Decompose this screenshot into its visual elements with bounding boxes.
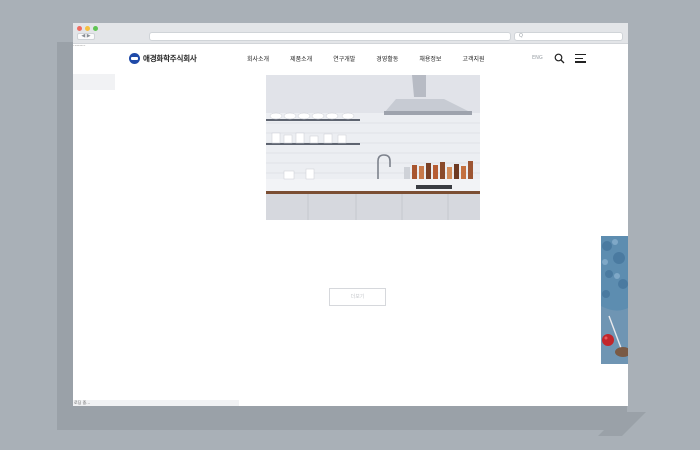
maximize-window-icon[interactable] — [93, 26, 98, 31]
company-logo[interactable]: 애경화학주식회사 — [129, 53, 197, 64]
nav-item-support[interactable]: 고객지원 — [462, 54, 484, 63]
more-button[interactable]: 더보기 — [329, 288, 386, 306]
site-header: 애경화학주식회사 회사소개 제품소개 연구개발 경영활동 채용정보 고객지원 E… — [73, 46, 628, 72]
nav-item-products[interactable]: 제품소개 — [290, 54, 312, 63]
side-artwork-image — [601, 236, 628, 364]
main-nav: 회사소개 제품소개 연구개발 경영활동 채용정보 고객지원 — [247, 54, 485, 63]
search-icon[interactable] — [554, 53, 565, 64]
status-bar: 로딩 중... — [73, 400, 239, 406]
browser-search-input[interactable]: Q — [514, 32, 623, 41]
nav-item-management[interactable]: 경영활동 — [376, 54, 398, 63]
logo-mark-icon — [129, 53, 140, 64]
browser-chrome: ◀ ▶ Q — [73, 23, 628, 44]
browser-window: ◀ ▶ Q samples 애경화학주식회사 회사소개 제품소개 연구개발 경영… — [73, 23, 628, 406]
close-window-icon[interactable] — [77, 26, 82, 31]
language-toggle[interactable]: ENG — [532, 55, 543, 61]
back-forward-buttons[interactable]: ◀ ▶ — [77, 33, 95, 40]
hamburger-menu-icon[interactable] — [575, 54, 586, 63]
nav-item-research[interactable]: 연구개발 — [333, 54, 355, 63]
side-tab — [73, 74, 115, 90]
nav-item-careers[interactable]: 채용정보 — [419, 54, 441, 63]
address-bar[interactable] — [149, 32, 511, 41]
minimize-window-icon[interactable] — [85, 26, 90, 31]
nav-item-company[interactable]: 회사소개 — [247, 54, 269, 63]
kitchen-hero-image — [266, 75, 480, 220]
logo-text: 애경화학주식회사 — [143, 54, 197, 63]
